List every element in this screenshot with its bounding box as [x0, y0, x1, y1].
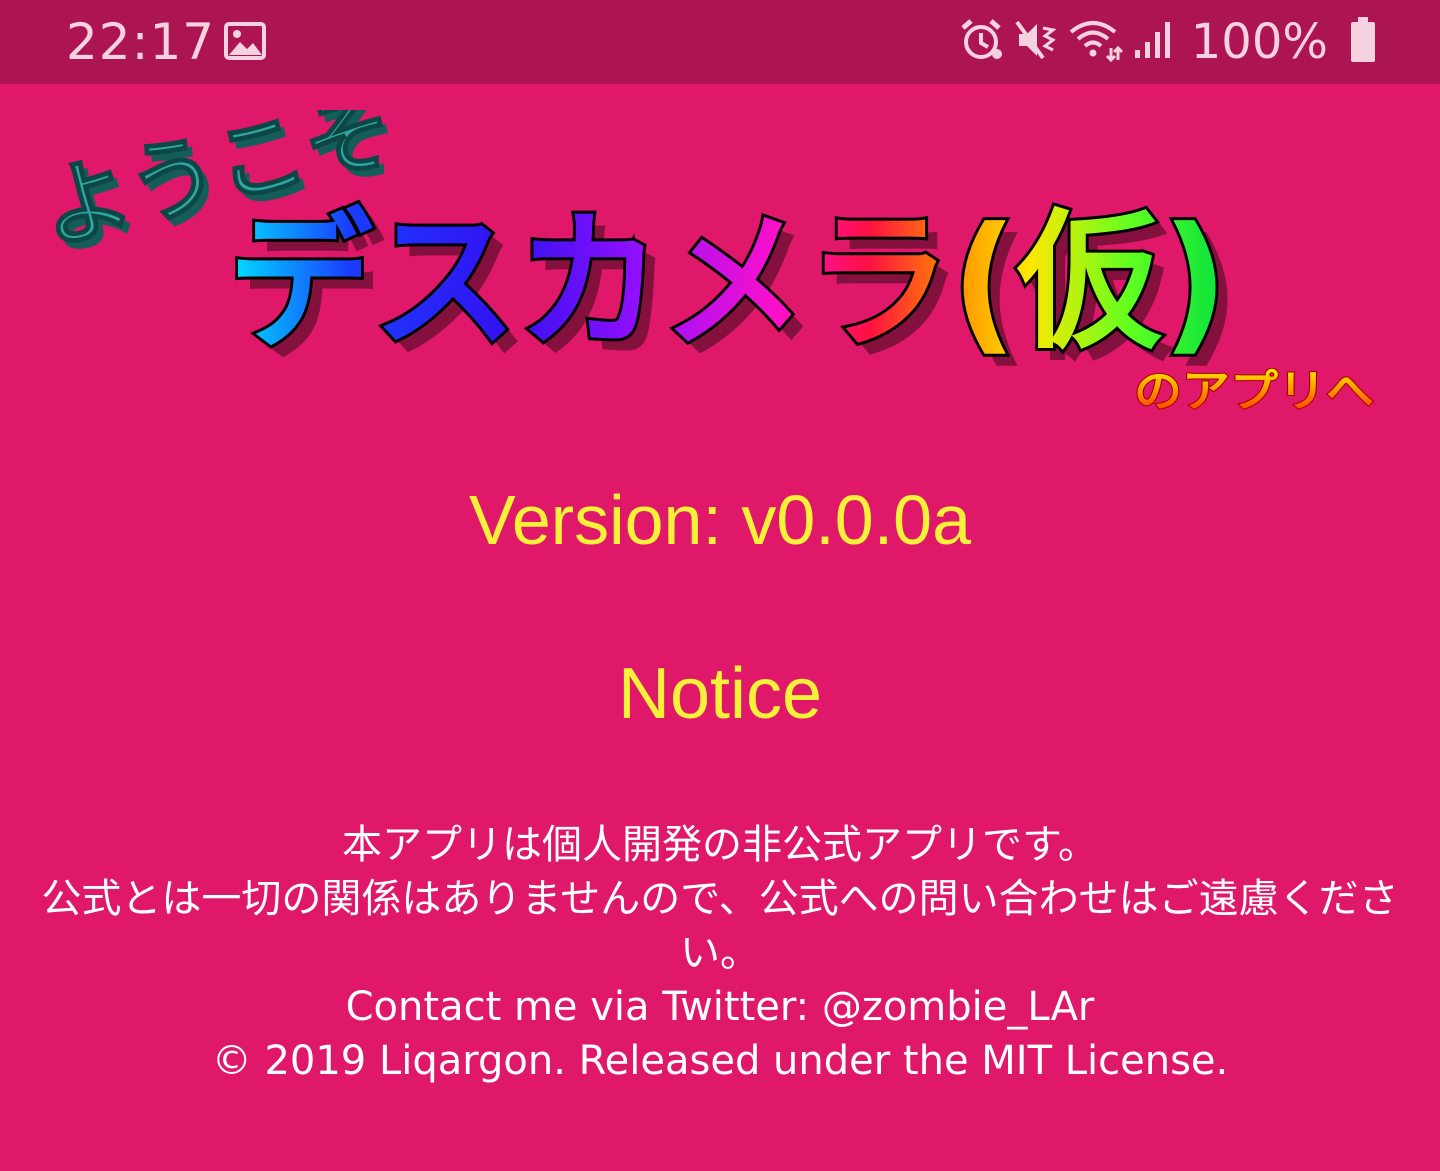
notice-body: 本アプリは個人開発の非公式アプリです。 公式とは一切の関係はありませんので、公式…	[40, 818, 1400, 1088]
status-time: 22:17	[66, 13, 216, 71]
svg-text:のアプリへ: のアプリへ	[1134, 366, 1374, 417]
mute-icon	[1003, 18, 1057, 66]
battery-icon	[1340, 17, 1376, 67]
notice-contact: Contact me via Twitter: @zombie_LAr	[345, 984, 1095, 1030]
app-suffix-text: のアプリへ	[1133, 365, 1375, 418]
notice-copyright: © 2019 Liqargon. Released under the MIT …	[211, 1038, 1229, 1084]
app-logo: ようこそ ようこそ デスカメラ(仮) デスカメラ(仮) のアプリへ	[30, 110, 1375, 418]
status-bar: 22:17 100%	[0, 0, 1440, 84]
version-text: Version: v0.0.0a	[469, 481, 971, 559]
svg-text:デスカメラ(仮): デスカメラ(仮)	[228, 196, 1228, 370]
gallery-icon	[224, 22, 266, 64]
signal-icon	[1123, 18, 1173, 66]
app-name-text: デスカメラ(仮) デスカメラ(仮)	[225, 193, 1240, 382]
alarm-icon	[949, 18, 1003, 66]
notice-title: Notice	[617, 654, 823, 734]
notice-line-1: 本アプリは個人開発の非公式アプリです。	[342, 822, 1098, 868]
notice-line-2: 公式とは一切の関係はありませんので、公式への問い合わせはご遠慮ください。	[41, 876, 1399, 976]
status-icons: 100%	[949, 12, 1376, 72]
wifi-icon	[1057, 18, 1123, 66]
battery-percent: 100%	[1190, 14, 1328, 70]
